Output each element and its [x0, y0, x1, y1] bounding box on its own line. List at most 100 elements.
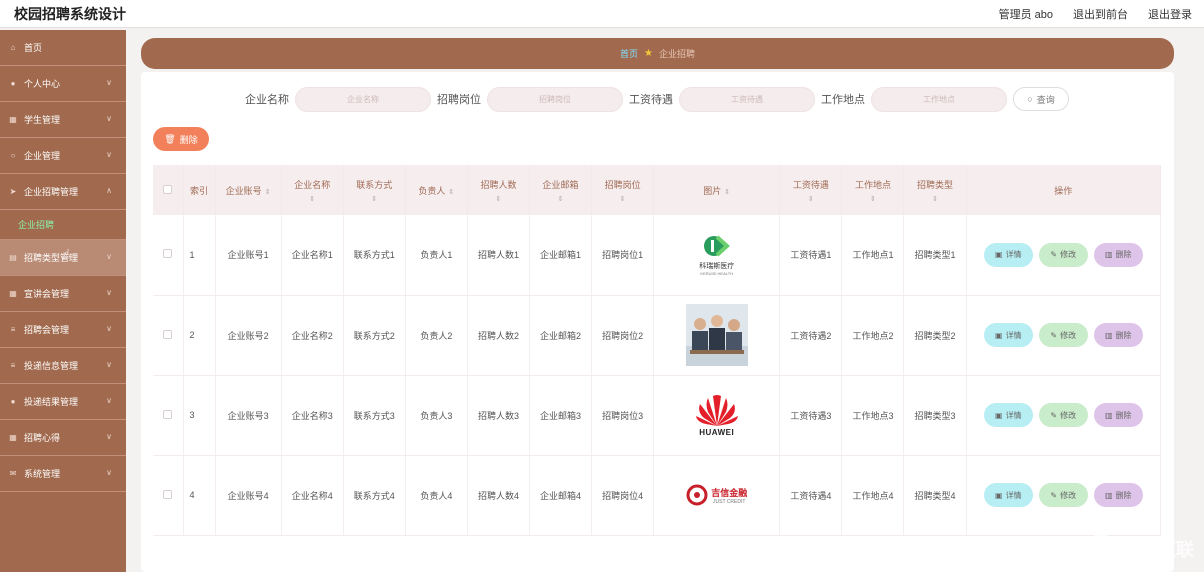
col-owner[interactable]: 负责人 ⇕	[405, 165, 468, 215]
sidebar-item-applications[interactable]: ≡ 投递信息管理 ∨	[0, 348, 126, 384]
company-logo[interactable]: 吉信金融 JUST CREDIT	[686, 464, 748, 526]
edit-label: 修改	[1060, 330, 1077, 340]
row-checkbox[interactable]	[163, 489, 173, 499]
col-count[interactable]: 招聘人数 ⇕	[467, 165, 530, 215]
col-contact-label: 联系方式	[356, 179, 393, 190]
mail-icon: ✉	[9, 469, 17, 478]
row-checkbox-cell[interactable]	[153, 375, 184, 456]
cell-name: 企业名称2	[281, 295, 344, 376]
select-all-checkbox[interactable]	[163, 184, 173, 194]
col-type[interactable]: 招聘类型 ⇕	[903, 165, 967, 215]
col-email[interactable]: 企业邮箱 ⇕	[529, 165, 593, 215]
sort-icon[interactable]: ⇕	[530, 195, 591, 203]
edit-button[interactable]: ✎ 修改	[1038, 483, 1088, 507]
company-logo[interactable]: HUAWEI	[686, 384, 748, 446]
detail-button[interactable]: ▣ 详情	[983, 242, 1033, 267]
pencil-icon: ✎	[1050, 490, 1058, 500]
sidebar-item-application-results[interactable]: ● 投递结果管理 ∨	[0, 384, 126, 420]
cell-position: 招聘岗位2	[591, 295, 655, 376]
search-label-position: 招聘岗位	[437, 94, 481, 106]
edit-label: 修改	[1060, 410, 1077, 420]
cell-account: 企业账号4	[215, 455, 282, 536]
salary-input[interactable]: 工资待遇	[679, 86, 815, 112]
sort-icon[interactable]: ⇕	[592, 195, 653, 203]
col-name[interactable]: 企业名称 ⇕	[281, 165, 344, 215]
company-name-input[interactable]: 企业名称	[295, 86, 431, 112]
sidebar-item-seminars[interactable]: ▦ 宣讲会管理 ∨	[0, 276, 126, 312]
col-contact[interactable]: 联系方式 ⇕	[343, 165, 406, 215]
company-logo[interactable]: 科瑞斯医疗 KERUISI HEALTH	[686, 224, 748, 286]
sidebar-subitem-recruitment[interactable]: 企业招聘	[0, 210, 126, 240]
cell-image: HUAWEI	[653, 375, 781, 456]
sort-icon[interactable]: ⇕	[904, 195, 965, 203]
position-input[interactable]: 招聘岗位	[487, 86, 623, 112]
breadcrumb-home[interactable]: 首页	[620, 47, 638, 60]
cell-type: 招聘类型1	[903, 215, 967, 296]
sort-icon[interactable]: ⇕	[842, 195, 903, 203]
detail-button[interactable]: ▣ 详情	[983, 323, 1033, 347]
sort-icon[interactable]: ⇕	[265, 189, 271, 196]
trash-icon: ▥	[1105, 250, 1113, 260]
cell-salary: 工资待遇1	[779, 215, 843, 296]
grid-icon: ▦	[9, 115, 17, 124]
row-checkbox-cell[interactable]	[153, 295, 184, 376]
row-checkbox[interactable]	[163, 249, 173, 259]
delete-label: 删除	[1115, 410, 1132, 420]
edit-button[interactable]: ✎ 修改	[1038, 242, 1088, 267]
company-photo[interactable]	[685, 304, 748, 366]
sidebar-item-recruitment-management[interactable]: ➤ 企业招聘管理 ∧	[0, 174, 126, 210]
row-checkbox-cell[interactable]	[153, 455, 184, 536]
sidebar-item-companies[interactable]: ○ 企业管理 ∨	[0, 138, 126, 174]
delete-button[interactable]: ▥ 删除	[1093, 483, 1143, 507]
sidebar-item-personal-center[interactable]: ● 个人中心 ∨	[0, 66, 126, 102]
sort-icon[interactable]: ⇕	[448, 189, 454, 196]
cell-index: 1	[183, 215, 216, 296]
sidebar-item-recruitment-types[interactable]: ▤ 招聘类型管理 ∨ ☝	[0, 240, 126, 276]
sidebar-item-system[interactable]: ✉ 系统管理 ∨	[0, 456, 126, 492]
sidebar-item-label: 企业招聘管理	[24, 187, 79, 197]
delete-button[interactable]: ▥ 删除	[1093, 403, 1143, 427]
chevron-down-icon: ∨	[106, 396, 112, 405]
sidebar-item-label: 招聘会管理	[24, 325, 70, 335]
sort-icon[interactable]: ⇕	[344, 195, 405, 203]
select-all-checkbox-cell[interactable]	[153, 165, 184, 215]
sidebar-item-label: 投递结果管理	[24, 397, 79, 407]
col-image[interactable]: 图片 ⇕	[653, 165, 781, 215]
pencil-icon: ✎	[1050, 250, 1058, 260]
detail-button[interactable]: ▣ 详情	[983, 483, 1033, 507]
sidebar-item-home[interactable]: ⌂ 首页	[0, 30, 126, 66]
list-icon: ≡	[10, 361, 16, 370]
sidebar-item-experiences[interactable]: ▦ 招聘心得 ∨	[0, 420, 126, 456]
sidebar-item-students[interactable]: ▦ 学生管理 ∨	[0, 102, 126, 138]
cell-index: 3	[183, 375, 216, 456]
detail-button[interactable]: ▣ 详情	[983, 403, 1033, 427]
sidebar-item-job-fairs[interactable]: ≡ 招聘会管理 ∨	[0, 312, 126, 348]
delete-button[interactable]: ▥ 删除	[1093, 242, 1143, 267]
delete-button[interactable]: ▥ 删除	[1093, 323, 1143, 347]
row-checkbox[interactable]	[163, 409, 173, 419]
row-checkbox[interactable]	[163, 329, 173, 339]
detail-label: 详情	[1005, 330, 1022, 340]
col-location[interactable]: 工作地点 ⇕	[841, 165, 905, 215]
edit-button[interactable]: ✎ 修改	[1038, 323, 1088, 347]
chevron-down-icon: ∨	[106, 78, 112, 87]
current-user-label: 管理员 abo	[998, 8, 1053, 21]
query-button[interactable]: ○ 查询	[1013, 87, 1069, 111]
query-button-label: 查询	[1036, 94, 1055, 105]
location-input[interactable]: 工作地点	[871, 86, 1007, 112]
logo-text: HUAWEI	[699, 427, 735, 437]
col-salary[interactable]: 工资待遇 ⇕	[779, 165, 843, 215]
sort-icon[interactable]: ⇕	[780, 195, 841, 203]
user-icon: ●	[10, 79, 16, 88]
sort-icon[interactable]: ⇕	[468, 195, 529, 203]
logout-link[interactable]: 退出登录	[1148, 6, 1192, 22]
batch-delete-button[interactable]: 🗑 删除	[153, 127, 209, 151]
sort-icon[interactable]: ⇕	[282, 195, 343, 203]
edit-button[interactable]: ✎ 修改	[1038, 403, 1088, 427]
col-position[interactable]: 招聘岗位 ⇕	[591, 165, 655, 215]
col-account[interactable]: 企业账号 ⇕	[215, 165, 282, 215]
watermark-logo-icon	[1086, 534, 1116, 564]
exit-to-front-link[interactable]: 退出到前台	[1073, 6, 1128, 22]
sort-icon[interactable]: ⇕	[724, 189, 730, 196]
row-checkbox-cell[interactable]	[153, 215, 184, 296]
